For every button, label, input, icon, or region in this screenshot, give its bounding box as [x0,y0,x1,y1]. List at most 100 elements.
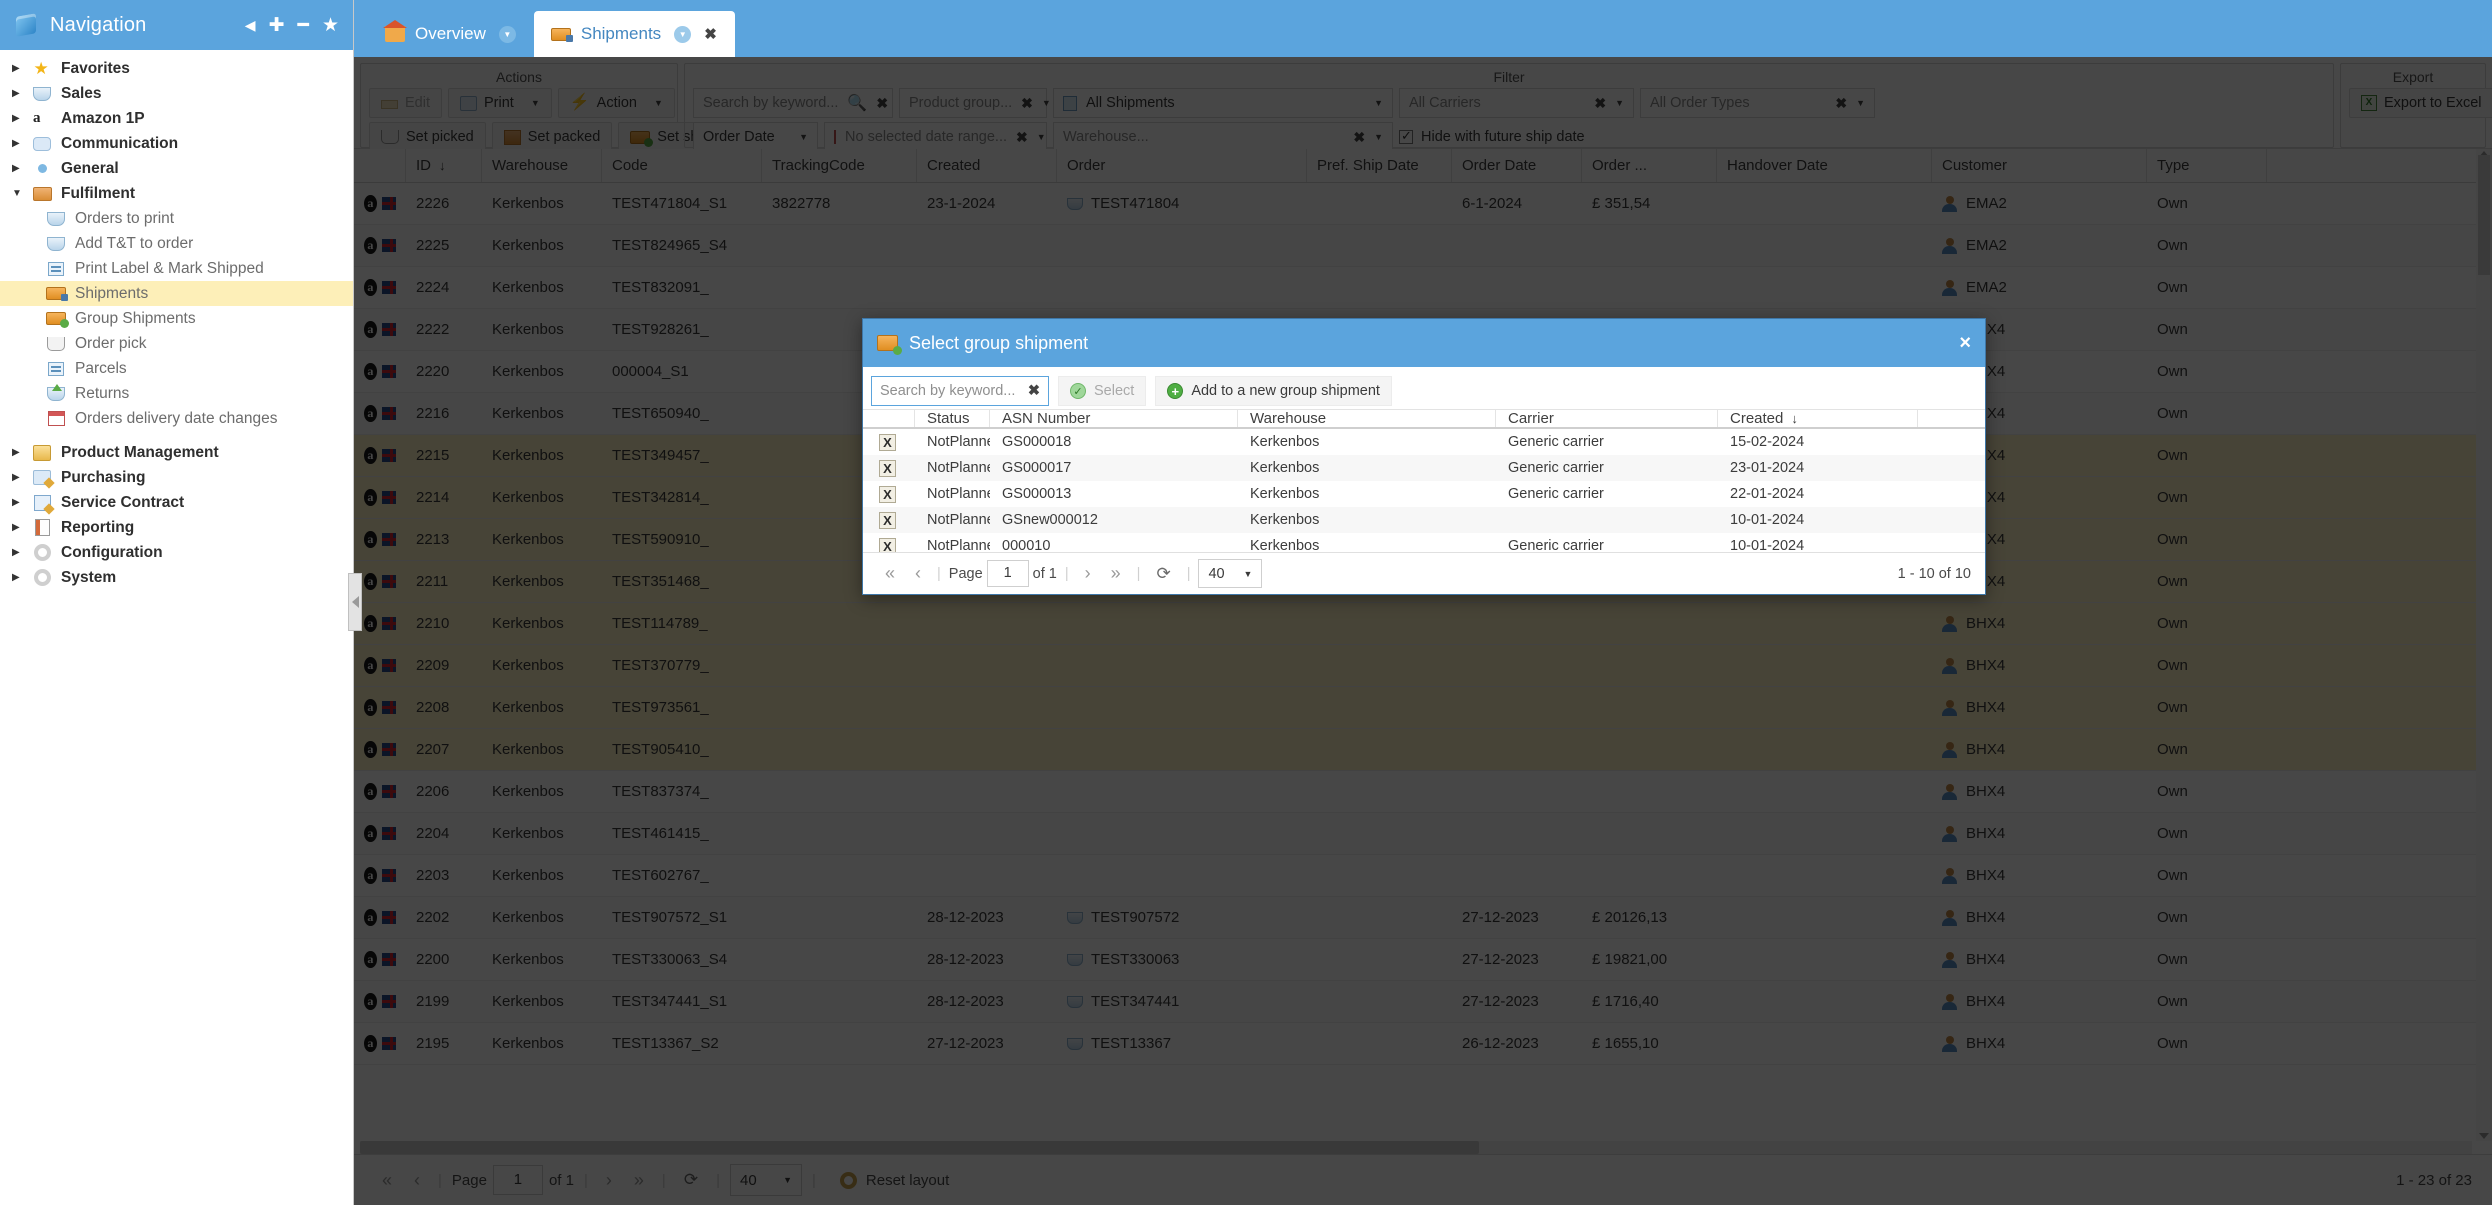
clear-icon[interactable]: ✖ [1016,129,1028,146]
first-page-button[interactable]: « [877,563,903,584]
chevron-down-icon[interactable]: ▼ [654,98,663,108]
edit-button[interactable]: Edit [369,88,442,118]
sidebar-item-product-management[interactable]: ▶ Product Management [0,440,353,465]
action-button[interactable]: ⚡ Action ▼ [557,88,675,118]
page-number-input[interactable]: 1 [986,560,1029,587]
row-select-cell[interactable]: X [863,459,915,477]
first-page-button[interactable]: « [374,1170,400,1191]
sidebar-item-orders-delivery-date-changes[interactable]: Orders delivery date changes [0,406,353,431]
chevron-down-icon[interactable]: ▼ [1037,132,1046,142]
select-row-checkbox[interactable]: X [879,537,896,552]
search-icon[interactable]: 🔍 [847,93,867,113]
row-select-cell[interactable]: X [863,485,915,503]
row-select-cell[interactable]: X [863,511,915,529]
dialog-column-header-warehouse[interactable]: Warehouse [1238,410,1496,427]
order-date-select[interactable]: Order Date ▼ [693,122,818,152]
table-row[interactable]: a 2203 Kerkenbos TEST602767_ BHX4 Own [354,855,2492,897]
sidebar-item-general[interactable]: ▶ General [0,156,353,181]
table-row[interactable]: a 2209 Kerkenbos TEST370779_ BHX4 Own [354,645,2492,687]
sidebar-item-print-label-mark-shipped[interactable]: Print Label & Mark Shipped [0,256,353,281]
chevron-down-icon[interactable]: ▼ [498,25,516,43]
column-header-id[interactable]: ID ↓ [406,149,482,182]
dialog-table-row[interactable]: X NotPlanned GS000013 Kerkenbos Generic carr… [863,481,1985,507]
chevron-right-icon[interactable]: ▶ [12,547,30,558]
set-packed-button[interactable]: Set packed [491,122,613,152]
sidebar-item-group-shipments[interactable]: Group Shipments [0,306,353,331]
table-row[interactable]: a 2195 Kerkenbos TEST13367_S2 27-12-2023 TEST… [354,1023,2492,1065]
dialog-table-row[interactable]: X NotPlanned GS000018 Kerkenbos Generic carr… [863,429,1985,455]
all-order-types-select[interactable]: All Order Types ✖ ▼ [1640,88,1875,118]
sidebar-item-configuration[interactable]: ▶ Configuration [0,540,353,565]
chevron-right-icon[interactable]: ▶ [12,63,30,74]
chevron-right-icon[interactable]: ▶ [12,113,30,124]
column-header-type[interactable]: Type [2147,149,2267,182]
expand-all-icon[interactable]: ✚ [269,16,285,35]
select-row-checkbox[interactable]: X [879,433,896,451]
export-to-excel-button[interactable]: X Export to Excel ▼ [2349,88,2492,118]
chevron-right-icon[interactable]: ▶ [12,497,30,508]
collapse-all-icon[interactable]: ━ [298,16,309,35]
dialog-column-header-asn-number[interactable]: ASN Number [990,410,1238,427]
sidebar-item-fulfilment[interactable]: ▼ Fulfilment [0,181,353,206]
column-header-blank[interactable] [354,149,406,182]
favorite-star-icon[interactable]: ★ [322,16,339,35]
grid-vertical-scrollbar[interactable] [2476,149,2492,1141]
page-size-select[interactable]: 40 ▼ [1198,559,1263,588]
chevron-right-icon[interactable]: ▶ [12,522,30,533]
chevron-down-icon[interactable]: ▼ [531,98,540,108]
table-row[interactable]: a 2224 Kerkenbos TEST832091_ EMA2 Own [354,267,2492,309]
sidebar-item-orders-to-print[interactable]: Orders to print [0,206,353,231]
select-row-checkbox[interactable]: X [879,459,896,477]
clear-icon[interactable]: ✖ [876,95,888,112]
sidebar-item-communication[interactable]: ▶ Communication [0,131,353,156]
table-row[interactable]: a 2207 Kerkenbos TEST905410_ BHX4 Own [354,729,2492,771]
chevron-right-icon[interactable]: ▶ [12,163,30,174]
sidebar-item-shipments[interactable]: Shipments [0,281,353,306]
table-row[interactable]: a 2202 Kerkenbos TEST907572_S1 28-12-2023 TES… [354,897,2492,939]
sidebar-item-reporting[interactable]: ▶ Reporting [0,515,353,540]
search-input[interactable]: Search by keyword... 🔍 ✖ [693,88,893,118]
last-page-button[interactable]: » [626,1170,652,1191]
clear-icon[interactable]: ✖ [1594,95,1606,112]
product-group-select[interactable]: Product group... ✖ ▼ [899,88,1051,118]
next-page-button[interactable]: › [1077,563,1099,584]
grid-horizontal-scrollbar[interactable] [360,1141,2472,1154]
sidebar-collapse-handle[interactable] [348,573,362,631]
prev-page-button[interactable]: ‹ [406,1170,428,1191]
chevron-right-icon[interactable]: ▶ [12,472,30,483]
sidebar-item-order-pick[interactable]: Order pick [0,331,353,356]
table-row[interactable]: a 2206 Kerkenbos TEST837374_ BHX4 Own [354,771,2492,813]
all-carriers-select[interactable]: All Carriers ✖ ▼ [1399,88,1634,118]
sidebar-item-purchasing[interactable]: ▶ Purchasing [0,465,353,490]
sidebar-item-returns[interactable]: Returns [0,381,353,406]
table-row[interactable]: a 2204 Kerkenbos TEST461415_ BHX4 Own [354,813,2492,855]
row-select-cell[interactable]: X [863,537,915,552]
column-header-order[interactable]: Order [1057,149,1307,182]
set-picked-button[interactable]: Set picked [369,122,486,152]
hide-future-ship-date-checkbox[interactable]: Hide with future ship date [1399,122,1585,152]
column-header-pref-ship-date[interactable]: Pref. Ship Date [1307,149,1452,182]
table-row[interactable]: a 2200 Kerkenbos TEST330063_S4 28-12-2023 TES… [354,939,2492,981]
column-header-created[interactable]: Created [917,149,1057,182]
chevron-down-icon[interactable]: ▼ [1042,98,1051,108]
close-icon[interactable]: × [1959,332,1971,355]
chevron-down-icon[interactable]: ▼ [783,1175,792,1185]
dialog-search-input[interactable]: Search by keyword... ✖ [871,376,1049,406]
table-row[interactable]: a 2199 Kerkenbos TEST347441_S1 28-12-2023 TES… [354,981,2492,1023]
page-number-input[interactable]: 1 [492,1165,543,1195]
warehouse-select[interactable]: Warehouse... ✖ ▼ [1053,122,1393,152]
chevron-down-icon[interactable]: ▼ [12,188,30,199]
column-header-handover-date[interactable]: Handover Date [1717,149,1932,182]
sidebar-item-sales[interactable]: ▶ Sales [0,81,353,106]
clear-icon[interactable]: ✖ [1021,95,1033,112]
row-select-cell[interactable]: X [863,433,915,451]
chevron-down-icon[interactable]: ▼ [1374,132,1383,142]
sidebar-item-amazon-1p[interactable]: ▶ a Amazon 1P [0,106,353,131]
tab-shipments[interactable]: Shipments ▼ ✖ [533,11,735,57]
clear-icon[interactable]: ✖ [1028,383,1040,399]
dialog-column-header-carrier[interactable]: Carrier [1496,410,1718,427]
date-range-select[interactable]: No selected date range... ✖ ▼ [824,122,1047,152]
chevron-right-icon[interactable]: ▶ [12,88,30,99]
sidebar-item-system[interactable]: ▶ System [0,565,353,590]
refresh-icon[interactable]: ⟳ [676,1170,706,1190]
